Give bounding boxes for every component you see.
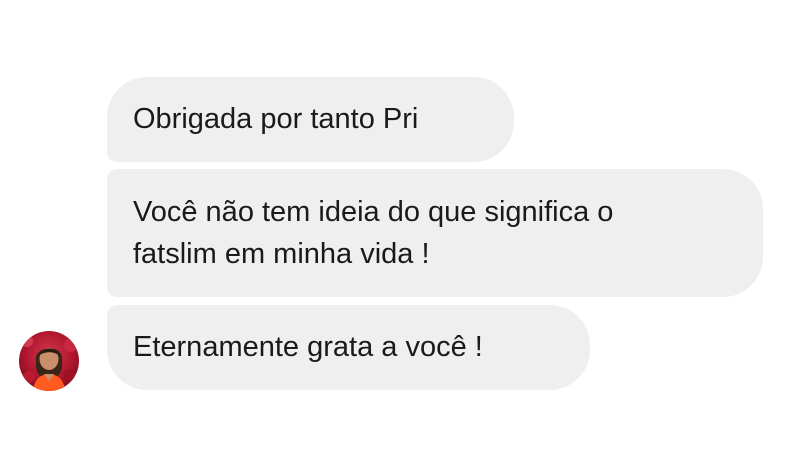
profile-photo-icon	[19, 331, 79, 391]
avatar[interactable]	[19, 331, 79, 391]
message-thread: Obrigada por tanto Pri Você não tem idei…	[0, 0, 786, 451]
message-bubble-2[interactable]: Você não tem ideia do que significa o fa…	[107, 169, 763, 297]
message-bubble-1[interactable]: Obrigada por tanto Pri	[107, 77, 514, 162]
message-bubble-3[interactable]: Eternamente grata a você !	[107, 305, 590, 390]
